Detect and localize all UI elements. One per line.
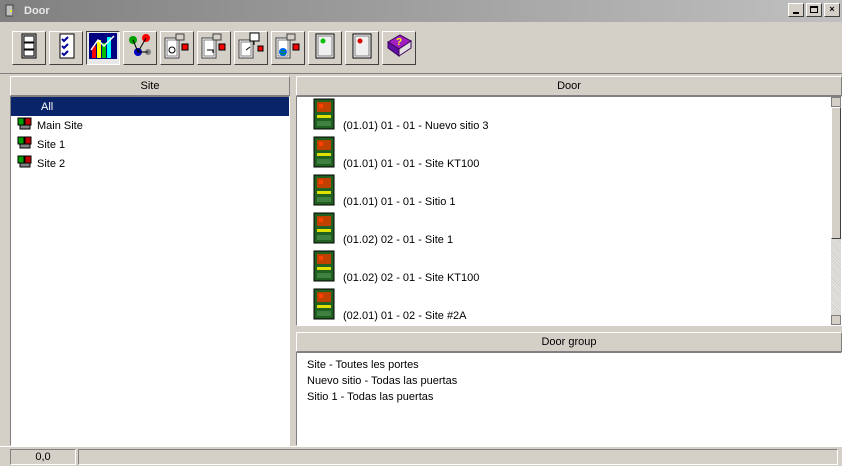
site-icon	[17, 117, 33, 134]
toolbar-button-panel-green[interactable]	[308, 30, 342, 65]
site-icon	[17, 136, 33, 153]
door-group-panel-header[interactable]: Door group	[296, 332, 842, 352]
door-controller-icon	[313, 136, 335, 171]
close-icon: ×	[829, 4, 835, 14]
title-bar: Door ×	[0, 0, 842, 22]
site-panel-header[interactable]: Site	[10, 76, 290, 96]
door-item-label: (01.02) 02 - 01 - Site 1	[343, 234, 454, 246]
door-controller-icon	[313, 288, 335, 323]
door-item-label: (01.02) 02 - 01 - Site KT100	[343, 272, 480, 284]
site-item-all[interactable]: All	[11, 97, 289, 116]
door-panel-header[interactable]: Door	[296, 76, 842, 96]
door-controller-icon	[313, 212, 335, 247]
door-list-scrollbar[interactable]	[831, 97, 841, 325]
panel-green-icon	[312, 32, 338, 63]
door-controller-icon	[313, 98, 335, 133]
status-bar: 0,0	[0, 446, 842, 466]
door-item-label: (01.01) 01 - 01 - Site KT100	[343, 158, 480, 170]
window-title: Door	[24, 5, 50, 17]
toolbar-button-checklist[interactable]	[49, 30, 83, 65]
door-item-label: (02.01) 01 - 02 - Site #2A	[343, 310, 467, 322]
door-item-label: (01.01) 01 - 01 - Nuevo sitio 3	[343, 120, 489, 132]
close-button[interactable]: ×	[824, 3, 840, 17]
door-group-item[interactable]: Sitio 1 - Todas las puertas	[297, 389, 841, 405]
site-item-main-site[interactable]: Main Site	[11, 116, 289, 135]
svg-text:?: ?	[396, 37, 402, 48]
site-item-label: Site 2	[37, 157, 66, 170]
toolbar-button-panel-red[interactable]	[345, 30, 379, 65]
scroll-down-arrow[interactable]	[831, 315, 841, 325]
toolbar-button-help[interactable]: ?	[382, 30, 416, 65]
toolbar-button-cabinet[interactable]	[12, 30, 46, 65]
network-icon	[126, 32, 154, 63]
scroll-up-arrow[interactable]	[831, 97, 841, 107]
door-controller-icon	[313, 174, 335, 209]
site-item-site-2[interactable]: Site 2	[11, 154, 289, 173]
minimize-icon	[793, 12, 799, 14]
door-item[interactable]: (02.01) 01 - 02 - Site #2A	[297, 288, 841, 325]
toolbar-button-door-key[interactable]	[197, 30, 231, 65]
door-item[interactable]: (01.01) 01 - 01 - Site KT100	[297, 136, 841, 175]
door-item[interactable]: (01.02) 02 - 01 - Site 1	[297, 212, 841, 251]
door-item-label: (01.01) 01 - 01 - Sitio 1	[343, 196, 456, 208]
site-icon	[17, 155, 33, 172]
cabinet-icon	[18, 33, 40, 62]
help-book-icon: ?	[384, 32, 414, 63]
status-coords: 0,0	[10, 448, 76, 465]
toolbar-button-door-lock[interactable]	[160, 30, 194, 65]
site-item-label: Main Site	[37, 119, 83, 132]
site-item-site-1[interactable]: Site 1	[11, 135, 289, 154]
door-controller-icon	[313, 250, 335, 285]
toolbar-button-chart[interactable]	[86, 30, 120, 65]
door-app-icon	[4, 3, 20, 19]
maximize-button[interactable]	[806, 3, 822, 17]
minimize-button[interactable]	[788, 3, 804, 17]
scrollbar-thumb[interactable]	[831, 107, 841, 239]
checklist-icon	[54, 33, 78, 62]
toolbar-button-network[interactable]	[123, 30, 157, 65]
door-tree-icon	[236, 32, 266, 63]
door-item[interactable]: (01.01) 01 - 01 - Nuevo sitio 3	[297, 98, 841, 137]
toolbar-button-door-globe[interactable]	[271, 30, 305, 65]
door-lock-icon	[162, 32, 192, 63]
site-item-label: Site 1	[37, 138, 66, 151]
site-item-label: All	[41, 100, 54, 113]
bar-chart-icon	[88, 32, 118, 63]
door-group-list: Site - Toutes les portes Nuevo sitio - T…	[296, 352, 842, 446]
door-globe-icon	[273, 32, 303, 63]
door-key-icon	[199, 32, 229, 63]
panel-red-icon	[349, 32, 375, 63]
door-group-item[interactable]: Site - Toutes les portes	[297, 357, 841, 373]
status-message	[78, 448, 838, 465]
door-item[interactable]: (01.01) 01 - 01 - Sitio 1	[297, 174, 841, 213]
door-item[interactable]: (01.02) 02 - 01 - Site KT100	[297, 250, 841, 289]
toolbar-button-door-tree[interactable]	[234, 30, 268, 65]
site-list: All Main Site Site 1 Site 2	[10, 96, 290, 446]
door-list: (01.01) 01 - 01 - Nuevo sitio 3 (01.01) …	[296, 96, 842, 326]
door-group-item[interactable]: Nuevo sitio - Todas las puertas	[297, 373, 841, 389]
toolbar: ?	[0, 22, 842, 74]
maximize-icon	[810, 6, 818, 13]
